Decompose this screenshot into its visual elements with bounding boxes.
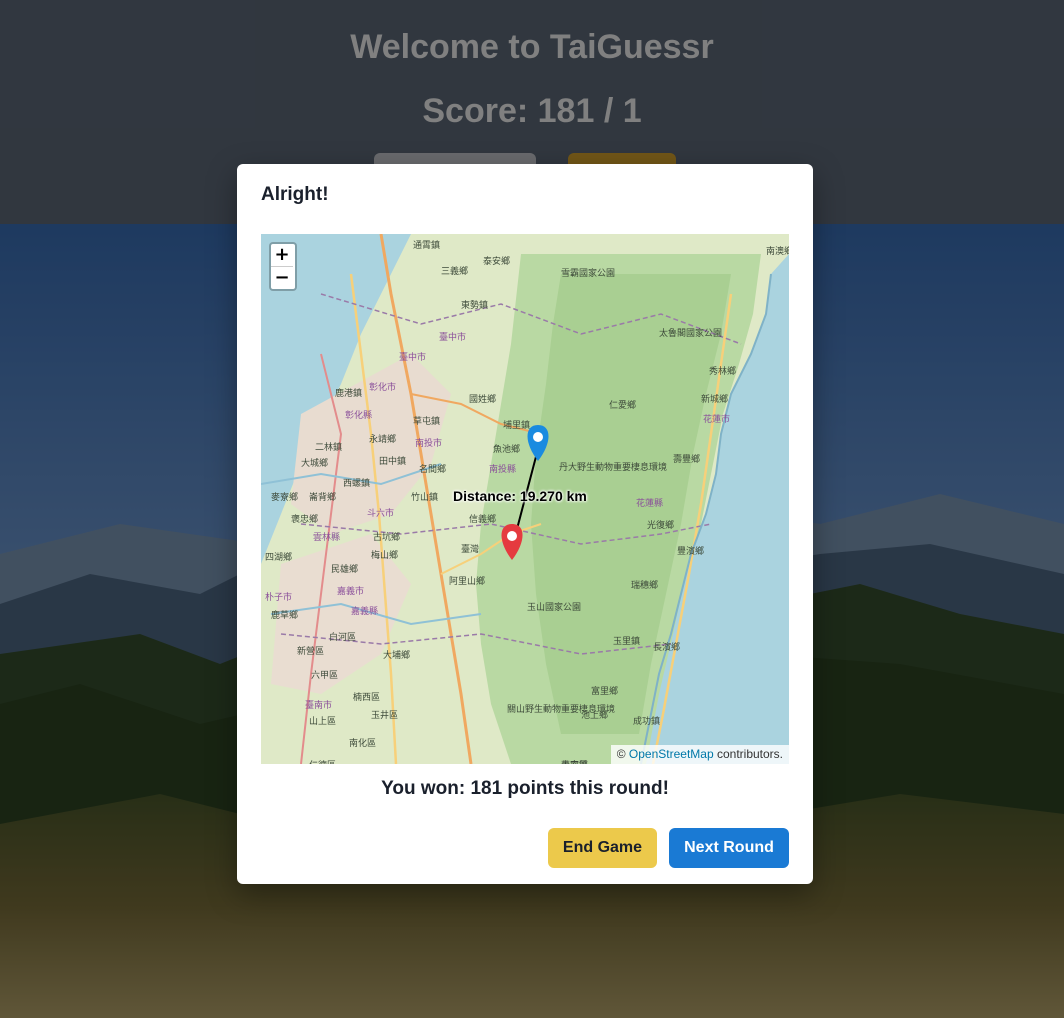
map-place-label: 埔里鎮	[503, 419, 530, 431]
map-place-label: 成功鎮	[633, 715, 660, 727]
map-place-label: 花蓮市	[703, 413, 730, 425]
map-place-label: 玉井區	[371, 709, 398, 721]
map-place-label: 瑞穗鄉	[631, 579, 658, 591]
map-place-label: 玉里鎮	[613, 635, 640, 647]
map-place-label: 東勢鎮	[461, 299, 488, 311]
map-place-label: 光復鄉	[647, 519, 674, 531]
map-place-label: 四湖鄉	[265, 551, 292, 563]
map-place-label: 太魯閣國家公園	[659, 327, 722, 339]
map-place-label: 玉山國家公園	[527, 601, 581, 613]
map-place-label: 嘉義市	[337, 585, 364, 597]
map-place-label: 古坑鄉	[373, 531, 400, 543]
map-place-label: 南投市	[415, 437, 442, 449]
map-place-label: 永靖鄉	[369, 433, 396, 445]
map-place-label: 花蓮縣	[636, 497, 663, 509]
map-place-label: 西螺鎮	[343, 477, 370, 489]
map-place-label: 雲林縣	[313, 531, 340, 543]
result-modal: Alright! 通霄鎮 泰安鄉 三義鄉 雪霸國家公園 南澳鄉 東勢鎮 臺中市 …	[237, 164, 813, 884]
distance-label: Distance: 19.270 km	[453, 488, 587, 504]
map-place-label: 六甲區	[311, 669, 338, 681]
map-place-label: 池上鄉	[581, 709, 608, 721]
map-place-label: 三義鄉	[441, 265, 468, 277]
map-place-label: 泰安鄉	[483, 255, 510, 267]
end-game-button[interactable]: End Game	[548, 828, 657, 868]
attribution-prefix: ©	[616, 747, 626, 761]
map-place-label: 民雄鄉	[331, 563, 358, 575]
zoom-in-button[interactable]: +	[271, 244, 293, 267]
map-place-label: 壽豐鄉	[673, 453, 700, 465]
map-place-label: 臺中市	[439, 331, 466, 343]
map-place-label: 豐濱鄉	[677, 545, 704, 557]
map-place-label: 鹿港鎮	[335, 387, 362, 399]
map-place-label: 斗六市	[367, 507, 394, 519]
map-place-label: 臺灣	[461, 543, 479, 555]
map-place-label: 長濱鄉	[653, 641, 680, 653]
attribution-suffix: contributors.	[716, 747, 783, 761]
next-round-button[interactable]: Next Round	[669, 828, 789, 868]
map-place-label: 竹山鎮	[411, 491, 438, 503]
map-place-label: 麥寮鄉	[271, 491, 298, 503]
map-place-label: 山上區	[309, 716, 336, 727]
map-place-label: 臺南市	[305, 699, 332, 711]
map-place-label: 阿里山鄉	[449, 575, 485, 587]
map-place-label: 新營區	[297, 645, 324, 657]
openstreetmap-link[interactable]: OpenStreetMap	[629, 747, 714, 761]
map-place-label: 魚池鄉	[493, 443, 520, 455]
map-place-label: 新城鄉	[701, 393, 728, 405]
map-place-label: 朴子市	[265, 591, 292, 603]
map-attribution: © OpenStreetMap contributors.	[610, 745, 789, 764]
map-place-label: 丹大野生動物重要棲息環境	[559, 461, 667, 473]
result-map[interactable]: 通霄鎮 泰安鄉 三義鄉 雪霸國家公園 南澳鄉 東勢鎮 臺中市 太魯閣國家公園 臺中市 彰化市 鹿港鎮…	[261, 234, 789, 764]
map-place-label: 雪霸國家公園	[561, 267, 615, 279]
map-place-label: 通霄鎮	[413, 239, 440, 251]
map-place-label: 名間鄉	[419, 463, 446, 475]
map-place-label: 草屯鎮	[413, 415, 440, 427]
map-place-label: 大埔鄉	[383, 649, 410, 661]
map-place-label: 大城鄉	[301, 457, 328, 469]
map-place-label: 白河區	[329, 631, 356, 643]
map-place-label: 南投縣	[489, 463, 516, 475]
map-place-label: 崙背鄉	[309, 491, 336, 503]
zoom-control: + −	[269, 242, 297, 291]
map-place-label: 楠西區	[353, 691, 380, 703]
map-place-label: 褒忠鄉	[291, 513, 318, 525]
map-place-label: 秀林鄉	[709, 365, 736, 377]
map-place-label: 嘉義縣	[351, 605, 378, 617]
map-place-label: 梅山鄉	[371, 549, 398, 561]
map-place-label: 彰化市	[369, 381, 396, 393]
map-place-label: 南化區	[349, 737, 376, 749]
map-place-label: 二林鎮	[315, 441, 342, 453]
modal-title: Alright!	[261, 184, 329, 205]
map-place-label: 鹿草鄉	[271, 609, 298, 621]
map-place-label: 信義鄉	[469, 513, 496, 525]
map-place-label: 臺中市	[399, 351, 426, 363]
map-place-label: 彰化縣	[345, 409, 372, 421]
map-place-label: 南澳鄉	[766, 245, 789, 257]
map-place-label: 仁愛鄉	[609, 399, 636, 411]
round-result-text: You won: 181 points this round!	[381, 778, 669, 799]
zoom-out-button[interactable]: −	[271, 267, 293, 289]
map-place-label: 富里鄉	[591, 685, 618, 697]
map-place-label: 國姓鄉	[469, 393, 496, 405]
map-place-label: 田中鎮	[379, 455, 406, 467]
